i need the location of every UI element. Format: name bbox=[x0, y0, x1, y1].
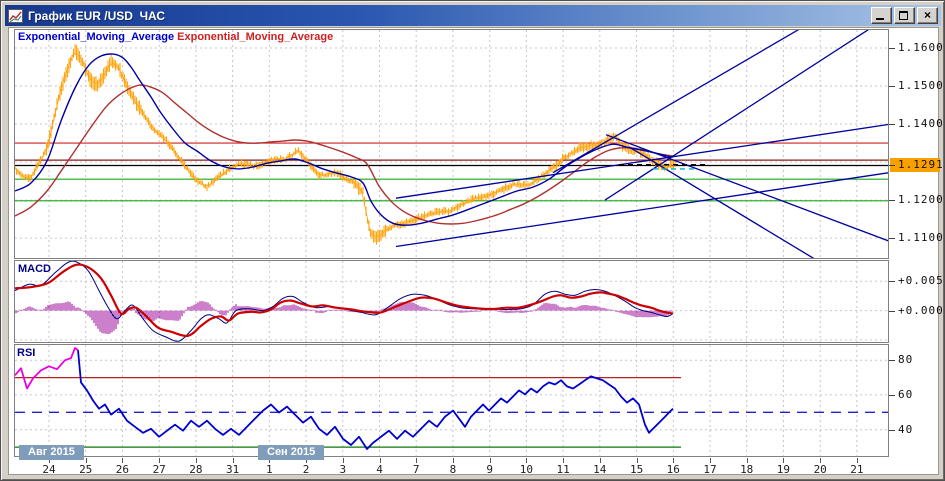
month-badge-sep: Сен 2015 bbox=[258, 445, 325, 460]
macd-label: MACD bbox=[18, 263, 51, 275]
x-axis-label: 31 bbox=[225, 463, 240, 476]
month-badge-aug: Авг 2015 bbox=[19, 445, 84, 460]
x-axis-tick bbox=[673, 458, 675, 463]
x-axis-label: 14 bbox=[593, 463, 607, 476]
x-axis-tick bbox=[599, 458, 601, 463]
x-axis-tick bbox=[122, 458, 124, 463]
x-axis-label: 8 bbox=[449, 463, 457, 476]
window-title: График EUR /USD ЧАС bbox=[28, 8, 166, 23]
y-axis-label: 40 bbox=[898, 422, 914, 436]
close-icon: × bbox=[923, 8, 931, 22]
x-axis-tick bbox=[416, 458, 418, 463]
x-axis-tick bbox=[159, 458, 161, 463]
x-axis-tick bbox=[746, 458, 748, 463]
x-axis-label: 24 bbox=[42, 463, 56, 476]
y-axis-label: +0.005 bbox=[898, 274, 944, 288]
y-axis-label: 1.1600 bbox=[898, 41, 944, 54]
y-axis-tick bbox=[889, 238, 895, 239]
legend-ema-fast: Exponential_Moving_Average bbox=[18, 31, 175, 43]
y-axis-tick bbox=[889, 281, 895, 282]
y-axis-tick bbox=[889, 430, 895, 431]
y-axis-label: 1.1400 bbox=[898, 117, 944, 131]
title-bar[interactable]: График EUR /USD ЧАС × bbox=[5, 5, 941, 26]
y-axis-label: 1.1500 bbox=[898, 79, 944, 93]
y-axis-label: 80 bbox=[898, 353, 914, 367]
x-axis-label: 18 bbox=[740, 463, 754, 476]
x-axis-tick bbox=[783, 458, 785, 463]
x-axis-label: 21 bbox=[850, 463, 864, 476]
x-axis-label: 16 bbox=[666, 463, 680, 476]
rsi-label: RSI bbox=[17, 347, 36, 359]
x-axis-tick bbox=[195, 458, 197, 463]
x-axis-label: 20 bbox=[813, 463, 827, 476]
x-axis-tick bbox=[820, 458, 822, 463]
x-axis-label: 17 bbox=[703, 463, 717, 476]
legend-ema-slow: Exponential_Moving_Average bbox=[177, 31, 334, 43]
y-axis-label: +0.000 bbox=[898, 303, 944, 317]
chart-icon bbox=[8, 8, 23, 23]
x-axis-label: 27 bbox=[152, 463, 166, 476]
y-axis-tick bbox=[889, 86, 895, 87]
x-axis-label: 15 bbox=[629, 463, 644, 476]
y-axis-tick bbox=[889, 48, 895, 49]
x-axis-tick bbox=[710, 458, 711, 463]
x-axis-tick bbox=[85, 458, 87, 463]
x-axis-tick bbox=[563, 458, 565, 463]
chart-window: График EUR /USD ЧАС × Exponential_Moving… bbox=[0, 0, 945, 481]
x-axis-label: 19 bbox=[776, 463, 791, 476]
y-axis-label: 1.1200 bbox=[898, 193, 944, 207]
x-axis-label: 1 bbox=[265, 463, 273, 476]
x-axis-label: 9 bbox=[486, 463, 493, 476]
y-axis-tick bbox=[889, 395, 895, 396]
y-axis-tick bbox=[889, 165, 895, 166]
rsi-panel[interactable] bbox=[14, 344, 889, 457]
x-axis-label: 7 bbox=[412, 463, 420, 476]
x-axis-label: 10 bbox=[519, 463, 534, 476]
x-axis-tick bbox=[379, 458, 381, 463]
x-axis-label: 2 bbox=[302, 463, 310, 476]
x-axis-tick bbox=[856, 458, 858, 463]
x-axis-label: 3 bbox=[339, 463, 347, 476]
x-axis-tick bbox=[452, 458, 454, 463]
x-axis-tick bbox=[232, 458, 234, 463]
x-axis-label: 4 bbox=[376, 463, 383, 476]
x-axis-tick bbox=[342, 458, 344, 463]
x-axis-label: 28 bbox=[189, 463, 203, 476]
current-price-label: 1.1291 bbox=[890, 158, 943, 173]
price-chart-panel[interactable] bbox=[14, 29, 889, 259]
minimize-button[interactable] bbox=[871, 7, 892, 24]
x-axis-tick bbox=[636, 458, 638, 463]
maximize-button[interactable] bbox=[894, 7, 915, 24]
x-axis-label: 26 bbox=[115, 463, 130, 476]
close-button[interactable]: × bbox=[917, 7, 938, 24]
indicator-legend: Exponential_Moving_Average Exponential_M… bbox=[18, 31, 333, 43]
x-axis-tick bbox=[526, 458, 528, 463]
chart-icon-glyph bbox=[9, 11, 22, 22]
x-axis-label: 11 bbox=[556, 463, 570, 476]
x-axis-tick bbox=[489, 458, 491, 463]
maximize-icon bbox=[899, 11, 908, 20]
y-axis-tick bbox=[889, 124, 895, 125]
x-axis-label: 25 bbox=[79, 463, 93, 476]
macd-panel[interactable] bbox=[14, 260, 889, 343]
y-axis-tick bbox=[889, 360, 895, 361]
y-axis-tick bbox=[889, 311, 895, 312]
y-axis-label: 1.1100 bbox=[898, 231, 944, 245]
y-axis-tick bbox=[889, 200, 895, 201]
minimize-icon bbox=[876, 18, 884, 20]
y-axis-label: 60 bbox=[898, 387, 914, 401]
